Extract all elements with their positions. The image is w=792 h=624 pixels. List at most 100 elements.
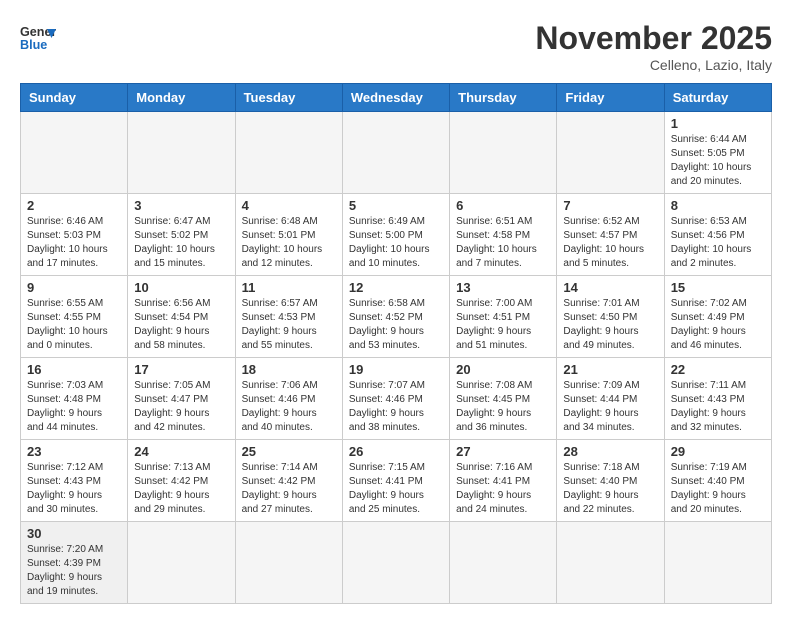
day-number: 30 — [27, 526, 121, 541]
day-info: Sunrise: 7:09 AM Sunset: 4:44 PM Dayligh… — [563, 379, 657, 435]
calendar-day-cell: 10 Sunrise: 6:56 AM Sunset: 4:54 PM Dayli… — [128, 276, 235, 358]
weekday-header-row: SundayMondayTuesdayWednesdayThursdayFrid… — [21, 84, 772, 112]
weekday-header-friday: Friday — [557, 84, 664, 112]
calendar-day-cell: 22 Sunrise: 7:11 AM Sunset: 4:43 PM Dayli… — [664, 358, 771, 440]
calendar-day-cell: 1 Sunrise: 6:44 AM Sunset: 5:05 PM Daylig… — [664, 112, 771, 194]
calendar-day-cell: 2Sunrise: 6:46 AM Sunset: 5:03 PM Daylig… — [21, 194, 128, 276]
calendar-day-cell: 26 Sunrise: 7:15 AM Sunset: 4:41 PM Dayli… — [342, 440, 449, 522]
calendar-day-cell: 20Sunrise: 7:08 AM Sunset: 4:45 PM Dayli… — [450, 358, 557, 440]
day-info: Sunrise: 6:44 AM Sunset: 5:05 PM Dayligh… — [671, 133, 765, 189]
calendar-day-cell — [450, 112, 557, 194]
day-number: 11 — [242, 280, 336, 295]
day-info: Sunrise: 7:15 AM Sunset: 4:41 PM Dayligh… — [349, 461, 443, 517]
weekday-header-tuesday: Tuesday — [235, 84, 342, 112]
calendar-table: SundayMondayTuesdayWednesdayThursdayFrid… — [20, 83, 772, 604]
day-info: Sunrise: 7:00 AM Sunset: 4:51 PM Dayligh… — [456, 297, 550, 353]
calendar-day-cell — [128, 112, 235, 194]
calendar-week-row: 9Sunrise: 6:55 AM Sunset: 4:55 PM Daylig… — [21, 276, 772, 358]
calendar-week-row: 2Sunrise: 6:46 AM Sunset: 5:03 PM Daylig… — [21, 194, 772, 276]
day-info: Sunrise: 7:20 AM Sunset: 4:39 PM Dayligh… — [27, 543, 121, 599]
calendar-day-cell: 14Sunrise: 7:01 AM Sunset: 4:50 PM Dayli… — [557, 276, 664, 358]
calendar-day-cell — [235, 112, 342, 194]
calendar-day-cell — [450, 522, 557, 604]
day-number: 5 — [349, 198, 443, 213]
day-number: 24 — [134, 444, 228, 459]
day-info: Sunrise: 6:48 AM Sunset: 5:01 PM Dayligh… — [242, 215, 336, 271]
day-info: Sunrise: 7:05 AM Sunset: 4:47 PM Dayligh… — [134, 379, 228, 435]
calendar-day-cell — [235, 522, 342, 604]
calendar-day-cell: 28Sunrise: 7:18 AM Sunset: 4:40 PM Dayli… — [557, 440, 664, 522]
calendar-day-cell: 9Sunrise: 6:55 AM Sunset: 4:55 PM Daylig… — [21, 276, 128, 358]
day-info: Sunrise: 6:46 AM Sunset: 5:03 PM Dayligh… — [27, 215, 121, 271]
calendar-day-cell: 15 Sunrise: 7:02 AM Sunset: 4:49 PM Dayli… — [664, 276, 771, 358]
header: General Blue November 2025 Celleno, Lazi… — [20, 20, 772, 73]
calendar-day-cell: 11 Sunrise: 6:57 AM Sunset: 4:53 PM Dayli… — [235, 276, 342, 358]
calendar-day-cell: 7Sunrise: 6:52 AM Sunset: 4:57 PM Daylig… — [557, 194, 664, 276]
calendar-day-cell: 29Sunrise: 7:19 AM Sunset: 4:40 PM Dayli… — [664, 440, 771, 522]
day-number: 3 — [134, 198, 228, 213]
day-info: Sunrise: 6:47 AM Sunset: 5:02 PM Dayligh… — [134, 215, 228, 271]
logo: General Blue — [20, 20, 56, 56]
calendar-subtitle: Celleno, Lazio, Italy — [535, 57, 772, 73]
day-number: 28 — [563, 444, 657, 459]
calendar-day-cell: 23Sunrise: 7:12 AM Sunset: 4:43 PM Dayli… — [21, 440, 128, 522]
day-info: Sunrise: 7:07 AM Sunset: 4:46 PM Dayligh… — [349, 379, 443, 435]
day-info: Sunrise: 6:51 AM Sunset: 4:58 PM Dayligh… — [456, 215, 550, 271]
calendar-day-cell — [128, 522, 235, 604]
weekday-header-wednesday: Wednesday — [342, 84, 449, 112]
calendar-day-cell: 8 Sunrise: 6:53 AM Sunset: 4:56 PM Daylig… — [664, 194, 771, 276]
day-info: Sunrise: 6:53 AM Sunset: 4:56 PM Dayligh… — [671, 215, 765, 271]
calendar-week-row: 23Sunrise: 7:12 AM Sunset: 4:43 PM Dayli… — [21, 440, 772, 522]
day-number: 7 — [563, 198, 657, 213]
day-number: 18 — [242, 362, 336, 377]
day-info: Sunrise: 7:14 AM Sunset: 4:42 PM Dayligh… — [242, 461, 336, 517]
calendar-day-cell: 27 Sunrise: 7:16 AM Sunset: 4:41 PM Dayli… — [450, 440, 557, 522]
day-number: 22 — [671, 362, 765, 377]
day-number: 26 — [349, 444, 443, 459]
calendar-day-cell: 21 Sunrise: 7:09 AM Sunset: 4:44 PM Dayli… — [557, 358, 664, 440]
calendar-week-row: 16 Sunrise: 7:03 AM Sunset: 4:48 PM Dayli… — [21, 358, 772, 440]
day-number: 12 — [349, 280, 443, 295]
calendar-day-cell: 3 Sunrise: 6:47 AM Sunset: 5:02 PM Daylig… — [128, 194, 235, 276]
day-info: Sunrise: 6:49 AM Sunset: 5:00 PM Dayligh… — [349, 215, 443, 271]
day-number: 21 — [563, 362, 657, 377]
title-area: November 2025 Celleno, Lazio, Italy — [535, 20, 772, 73]
day-info: Sunrise: 7:16 AM Sunset: 4:41 PM Dayligh… — [456, 461, 550, 517]
calendar-day-cell — [557, 112, 664, 194]
calendar-day-cell — [557, 522, 664, 604]
weekday-header-saturday: Saturday — [664, 84, 771, 112]
calendar-day-cell: 18Sunrise: 7:06 AM Sunset: 4:46 PM Dayli… — [235, 358, 342, 440]
day-number: 14 — [563, 280, 657, 295]
day-number: 4 — [242, 198, 336, 213]
day-number: 16 — [27, 362, 121, 377]
day-info: Sunrise: 6:56 AM Sunset: 4:54 PM Dayligh… — [134, 297, 228, 353]
day-info: Sunrise: 6:57 AM Sunset: 4:53 PM Dayligh… — [242, 297, 336, 353]
calendar-day-cell: 4 Sunrise: 6:48 AM Sunset: 5:01 PM Daylig… — [235, 194, 342, 276]
calendar-day-cell: 25 Sunrise: 7:14 AM Sunset: 4:42 PM Dayli… — [235, 440, 342, 522]
day-number: 17 — [134, 362, 228, 377]
day-number: 10 — [134, 280, 228, 295]
day-info: Sunrise: 6:55 AM Sunset: 4:55 PM Dayligh… — [27, 297, 121, 353]
day-number: 15 — [671, 280, 765, 295]
calendar-day-cell — [664, 522, 771, 604]
day-info: Sunrise: 7:13 AM Sunset: 4:42 PM Dayligh… — [134, 461, 228, 517]
day-number: 25 — [242, 444, 336, 459]
calendar-day-cell: 5 Sunrise: 6:49 AM Sunset: 5:00 PM Daylig… — [342, 194, 449, 276]
weekday-header-monday: Monday — [128, 84, 235, 112]
day-info: Sunrise: 7:08 AM Sunset: 4:45 PM Dayligh… — [456, 379, 550, 435]
day-number: 8 — [671, 198, 765, 213]
day-number: 29 — [671, 444, 765, 459]
calendar-day-cell — [21, 112, 128, 194]
day-info: Sunrise: 7:03 AM Sunset: 4:48 PM Dayligh… — [27, 379, 121, 435]
calendar-day-cell: 6 Sunrise: 6:51 AM Sunset: 4:58 PM Daylig… — [450, 194, 557, 276]
day-info: Sunrise: 7:02 AM Sunset: 4:49 PM Dayligh… — [671, 297, 765, 353]
calendar-day-cell: 19Sunrise: 7:07 AM Sunset: 4:46 PM Dayli… — [342, 358, 449, 440]
day-info: Sunrise: 7:11 AM Sunset: 4:43 PM Dayligh… — [671, 379, 765, 435]
svg-text:Blue: Blue — [20, 38, 47, 52]
day-number: 27 — [456, 444, 550, 459]
day-number: 13 — [456, 280, 550, 295]
calendar-day-cell: 17 Sunrise: 7:05 AM Sunset: 4:47 PM Dayli… — [128, 358, 235, 440]
day-number: 6 — [456, 198, 550, 213]
day-number: 1 — [671, 116, 765, 131]
day-info: Sunrise: 6:58 AM Sunset: 4:52 PM Dayligh… — [349, 297, 443, 353]
